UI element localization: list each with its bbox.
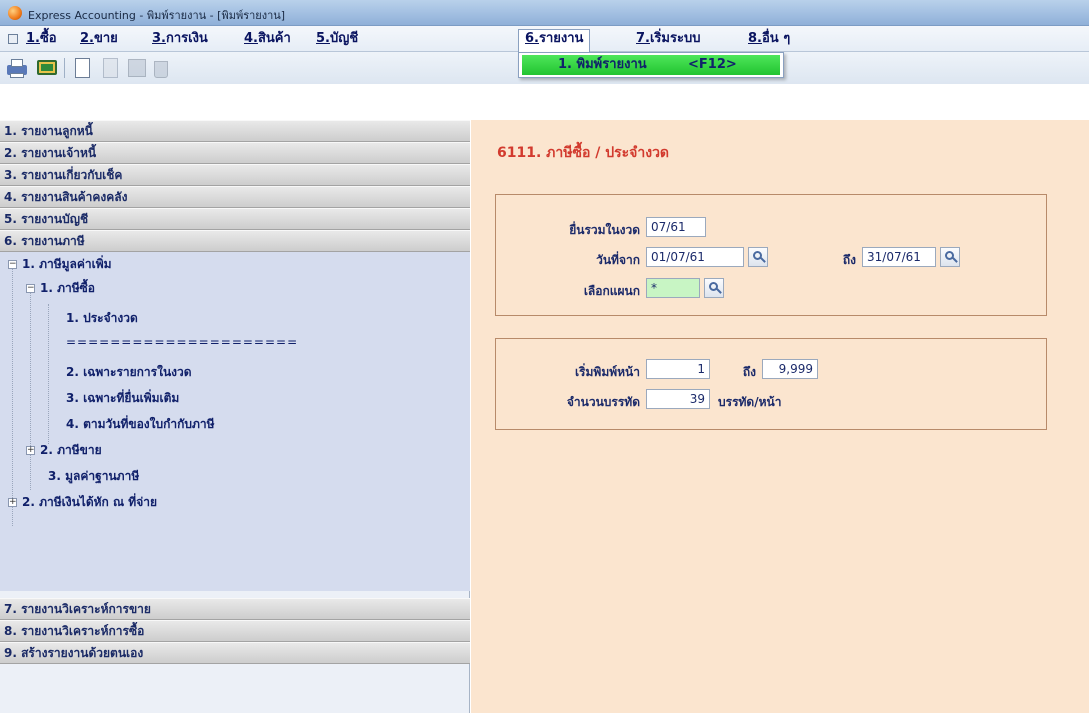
end-page-input[interactable]: 9,999 — [762, 359, 818, 379]
tree-separator: ===================== — [66, 335, 299, 349]
tree-by-invoice-date[interactable]: 4. ตามวันที่ของใบกำกับภาษี — [66, 415, 215, 433]
tree-additional[interactable]: 3. เฉพาะที่ยื่นเพิ่มเติม — [66, 389, 179, 407]
collapse-vat-icon[interactable]: − — [8, 260, 17, 269]
menu-reports[interactable]: 6.รายงาน — [518, 29, 591, 52]
date-to-label: ถึง — [842, 253, 856, 267]
menu-products[interactable]: 4.สินค้า — [244, 30, 291, 50]
report-title: 6111. ภาษีซื้อ / ประจำงวด — [497, 145, 670, 161]
toolbar-separator — [64, 58, 65, 78]
screen-preview-icon[interactable] — [36, 57, 58, 79]
lines-per-page-input[interactable]: 39 — [646, 389, 710, 409]
tree-vat[interactable]: 1. ภาษีมูลค่าเพิ่ม — [22, 255, 112, 273]
expand-sales-tax-icon[interactable]: + — [26, 446, 35, 455]
date-from-lookup-icon[interactable] — [748, 247, 768, 267]
page-range-group: เริ่มพิมพ์หน้า 1 ถึง 9,999 จำนวนบรรทัด 3… — [495, 338, 1047, 430]
nav-cheque-reports[interactable]: 3. รายงานเกี่ยวกับเช็ค — [0, 164, 470, 186]
new-page-icon[interactable] — [72, 57, 94, 79]
app-logo-icon — [8, 6, 22, 20]
print-report-shortcut: <F12> — [688, 57, 737, 72]
reports-dropdown-menu: 1. พิมพ์รายงาน <F12> — [518, 52, 784, 78]
period-input[interactable]: 07/61 — [646, 217, 706, 237]
menu-finance[interactable]: 3.การเงิน — [152, 30, 208, 50]
nav-tax-reports[interactable]: 6. รายงานภาษี — [0, 230, 470, 252]
department-input[interactable]: * — [646, 278, 700, 298]
menu-others[interactable]: 8.อื่น ๆ — [748, 30, 790, 50]
lines-per-page-label: จำนวนบรรทัด — [566, 395, 640, 409]
trash-icon[interactable] — [150, 57, 172, 79]
save-icon[interactable] — [126, 57, 148, 79]
collapse-purchase-tax-icon[interactable]: − — [26, 284, 35, 293]
nav-custom-report[interactable]: 9. สร้างรายงานด้วยตนเอง — [0, 642, 470, 664]
nav-account-reports[interactable]: 5. รายงานบัญชี — [0, 208, 470, 230]
tree-in-period[interactable]: 2. เฉพาะรายการในงวด — [66, 363, 192, 381]
nav-sales-analysis[interactable]: 7. รายงานวิเคราะห์การขาย — [0, 598, 470, 620]
nav-purchase-analysis[interactable]: 8. รายงานวิเคราะห์การซื้อ — [0, 620, 470, 642]
department-lookup-icon[interactable] — [704, 278, 724, 298]
tree-tax-base[interactable]: 3. มูลค่าฐานภาษี — [48, 467, 139, 485]
menu-accounts[interactable]: 5.บัญชี — [316, 30, 358, 50]
expand-withholding-icon[interactable]: + — [8, 498, 17, 507]
tree-per-period[interactable]: 1. ประจำงวด — [66, 309, 138, 327]
menu-sales[interactable]: 2.ขาย — [80, 30, 118, 50]
date-to-input[interactable]: 31/07/61 — [862, 247, 936, 267]
period-label: ยื่นรวมในงวด — [569, 223, 640, 237]
date-from-label: วันที่จาก — [596, 253, 640, 267]
nav-creditor-reports[interactable]: 2. รายงานเจ้าหนี้ — [0, 142, 470, 164]
date-to-lookup-icon[interactable] — [940, 247, 960, 267]
menu-print-report[interactable]: 1. พิมพ์รายงาน <F12> — [522, 55, 780, 75]
tax-report-tree: − 1. ภาษีมูลค่าเพิ่ม − 1. ภาษีซื้อ 1. ปร… — [0, 252, 470, 591]
lines-per-page-unit: บรรทัด/หน้า — [718, 395, 782, 409]
report-navigation: 1. รายงานลูกหนี้ 2. รายงานเจ้าหนี้ 3. รา… — [0, 120, 470, 713]
tree-purchase-tax[interactable]: 1. ภาษีซื้อ — [40, 279, 95, 297]
print-report-label: 1. พิมพ์รายงาน — [558, 57, 647, 72]
tree-withholding-tax[interactable]: 2. ภาษีเงินได้หัก ณ ที่จ่าย — [22, 493, 157, 511]
start-page-label: เริ่มพิมพ์หน้า — [574, 365, 640, 379]
department-label: เลือกแผนก — [583, 284, 640, 298]
report-options-panel: 6111. ภาษีซื้อ / ประจำงวด ยื่นรวมในงวด 0… — [471, 120, 1089, 713]
nav-inventory-reports[interactable]: 4. รายงานสินค้าคงคลัง — [0, 186, 470, 208]
menu-bar: 1.ซื้อ 2.ขาย 3.การเงิน 4.สินค้า 5.บัญชี … — [0, 26, 1089, 52]
date-from-input[interactable]: 01/07/61 — [646, 247, 744, 267]
printer-icon[interactable] — [6, 57, 28, 79]
tree-sales-tax[interactable]: 2. ภาษีขาย — [40, 441, 102, 459]
start-page-input[interactable]: 1 — [646, 359, 710, 379]
edit-page-icon[interactable] — [100, 57, 122, 79]
period-group: ยื่นรวมในงวด 07/61 วันที่จาก 01/07/61 ถึ… — [495, 194, 1047, 316]
title-bar: Express Accounting - พิมพ์รายงาน - [พิมพ… — [0, 0, 1089, 26]
menu-setup[interactable]: 7.เริ่มระบบ — [636, 30, 700, 50]
end-page-label: ถึง — [742, 365, 756, 379]
window-title: Express Accounting - พิมพ์รายงาน - [พิมพ… — [28, 9, 286, 22]
document-icon — [8, 34, 18, 44]
menu-purchase[interactable]: 1.ซื้อ — [26, 30, 57, 50]
nav-debtor-reports[interactable]: 1. รายงานลูกหนี้ — [0, 120, 470, 142]
